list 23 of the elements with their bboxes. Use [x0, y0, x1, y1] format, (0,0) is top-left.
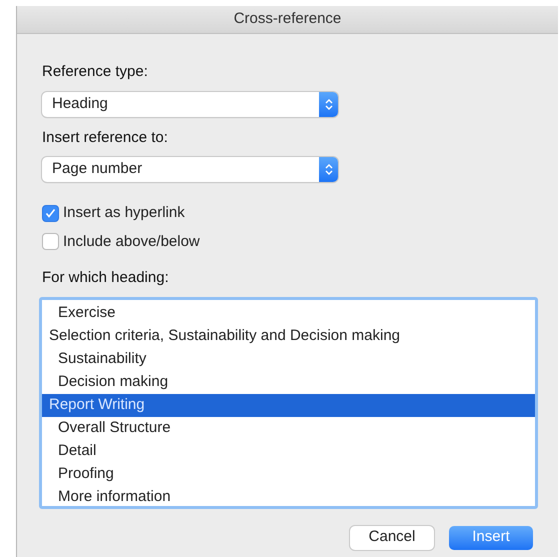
chevrons-icon [324, 98, 332, 110]
heading-item[interactable]: More information [42, 486, 535, 506]
heading-item[interactable]: Detail [42, 440, 535, 462]
checkbox[interactable] [42, 233, 59, 250]
chevrons-icon [324, 163, 332, 176]
heading-item[interactable]: Decision making [42, 370, 535, 394]
field-label: Insert reference to: [42, 128, 169, 148]
checkbox-label: Include above/below [63, 232, 200, 252]
heading-item[interactable]: Selection criteria, Sustainability and Decision making [42, 324, 535, 348]
popup-select[interactable]: Heading [42, 92, 338, 116]
check-icon [45, 208, 56, 218]
checkbox[interactable] [42, 204, 59, 222]
checkbox-label: Insert as hyperlink [63, 203, 185, 223]
heading-item[interactable]: Report Writing [42, 394, 535, 416]
heading-item[interactable]: Overall Structure [42, 416, 535, 440]
popup-select[interactable]: Page number [42, 157, 338, 182]
heading-item[interactable]: Sustainability [42, 348, 535, 370]
field-label: Reference type: [42, 62, 149, 82]
window-title: Cross-reference [234, 9, 342, 30]
cancel-button[interactable]: Cancel [350, 526, 434, 550]
heading-item[interactable]: Exercise [42, 302, 535, 324]
heading-item[interactable]: Proofing [42, 462, 535, 486]
field-label: For which heading: [42, 268, 170, 288]
